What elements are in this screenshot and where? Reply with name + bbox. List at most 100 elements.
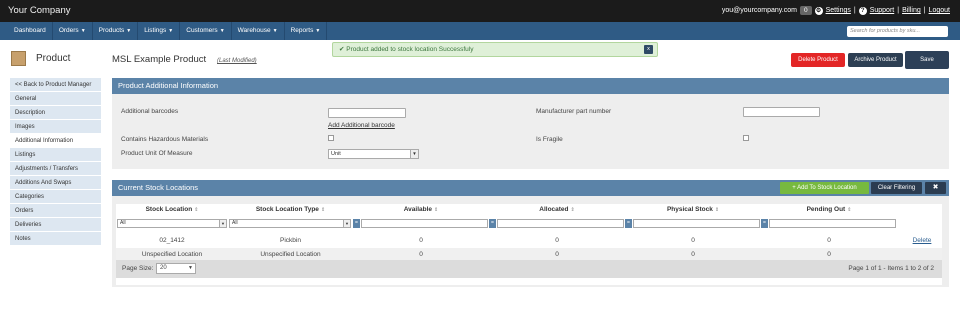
sidebar-item-additional-information[interactable]: Additional Information xyxy=(10,134,101,148)
gear-icon: ⚙ xyxy=(814,6,823,15)
allocated-filter-input[interactable] xyxy=(497,219,624,228)
type-filter-select[interactable]: All ▼ xyxy=(229,219,351,228)
sort-icon: ⇕ xyxy=(847,207,852,213)
logout-link[interactable]: Logout xyxy=(929,7,950,14)
check-icon: ✔ xyxy=(339,46,345,53)
product-sidebar: << Back to Product Manager General Descr… xyxy=(10,78,101,246)
panel-title: Product Additional Information xyxy=(112,78,949,94)
brand-name: Your Company xyxy=(8,5,71,16)
tools-icon[interactable]: ✖ xyxy=(925,182,946,194)
caret-down-icon: ▼ xyxy=(219,28,225,34)
table-row[interactable]: 02_1412 Pickbin 0 0 0 0 Delete xyxy=(116,234,942,248)
col-physical-stock[interactable]: Physical Stock ⇕ xyxy=(625,206,761,213)
nav-orders[interactable]: Orders ▼ xyxy=(53,22,93,40)
cell-allocated: 0 xyxy=(555,237,559,244)
save-button[interactable]: Save xyxy=(905,51,949,69)
col-stock-location[interactable]: Stock Location ⇕ xyxy=(116,206,228,213)
pending-filter-input[interactable] xyxy=(769,219,896,228)
col-stock-location-type[interactable]: Stock Location Type ⇕ xyxy=(228,206,353,213)
toast-message: Product added to stock location Successf… xyxy=(346,46,474,53)
chevron-down-icon: ▼ xyxy=(343,220,350,227)
notification-badge[interactable]: 0 xyxy=(799,6,812,15)
add-barcode-link[interactable]: Add Additional barcode xyxy=(328,122,395,129)
sort-icon: ⇕ xyxy=(570,207,575,213)
cell-type: Pickbin xyxy=(280,237,301,244)
sidebar-item-additions-swaps[interactable]: Additions And Swaps xyxy=(10,176,101,190)
delete-product-button[interactable]: Delete Product xyxy=(791,53,845,67)
delete-row-link[interactable]: Delete xyxy=(904,237,940,244)
nav-products[interactable]: Products ▼ xyxy=(93,22,139,40)
col-allocated[interactable]: Allocated ⇕ xyxy=(489,206,625,213)
location-filter-select[interactable]: All ▼ xyxy=(117,219,227,228)
billing-link[interactable]: Billing xyxy=(902,7,921,14)
nav-customers[interactable]: Customers ▼ xyxy=(180,22,232,40)
sidebar-item-notes[interactable]: Notes xyxy=(10,232,101,246)
cell-type: Unspecified Location xyxy=(260,251,321,258)
mpn-input[interactable] xyxy=(743,107,820,117)
cell-location: Unspecified Location xyxy=(141,251,203,258)
chevron-down-icon: ▼ xyxy=(188,265,193,271)
available-filter-input[interactable] xyxy=(361,219,488,228)
page-size-label: Page Size: xyxy=(122,265,154,272)
nav-dashboard[interactable]: Dashboard xyxy=(8,22,53,40)
settings-link[interactable]: Settings xyxy=(826,7,851,14)
col-available[interactable]: Available ⇕ xyxy=(353,206,489,213)
grid-pager: Page Size: 20 ▼ Page 1 of 1 - Items 1 to… xyxy=(116,260,942,278)
page-title: MSL Example Product xyxy=(112,54,207,65)
fragile-checkbox[interactable] xyxy=(743,135,749,141)
fragile-label: Is Fragile xyxy=(536,136,563,143)
physical-filter-input[interactable] xyxy=(633,219,760,228)
stock-locations-header: Current Stock Locations + Add To Stock L… xyxy=(112,180,949,196)
sidebar-item-images[interactable]: Images xyxy=(10,120,101,134)
stock-locations-grid: Stock Location ⇕ Stock Location Type ⇕ Ava… xyxy=(116,204,942,285)
add-to-stock-location-button[interactable]: + Add To Stock Location xyxy=(780,182,869,194)
sidebar-item-listings[interactable]: Listings xyxy=(10,148,101,162)
nav-warehouse[interactable]: Warehouse ▼ xyxy=(232,22,285,40)
nav-listings[interactable]: Listings ▼ xyxy=(138,22,181,40)
stock-locations-panel: Current Stock Locations + Add To Stock L… xyxy=(112,180,949,287)
sidebar-item-deliveries[interactable]: Deliveries xyxy=(10,218,101,232)
success-toast: ✔ Product added to stock location Succes… xyxy=(332,42,658,57)
sidebar-item-orders[interactable]: Orders xyxy=(10,204,101,218)
close-icon[interactable]: x xyxy=(644,45,653,54)
sidebar-item-description[interactable]: Description xyxy=(10,106,101,120)
filter-row: All ▼ All ▼ = = = = xyxy=(116,219,942,229)
help-icon: ? xyxy=(858,6,867,15)
last-modified-link[interactable]: (Last Modified) xyxy=(217,58,257,64)
page-size-select[interactable]: 20 ▼ xyxy=(156,263,196,274)
hazardous-checkbox[interactable] xyxy=(328,135,334,141)
top-bar: Your Company you@yourcompany.com 0 ⚙ Set… xyxy=(0,0,960,22)
filter-operator-icon[interactable]: = xyxy=(761,219,768,228)
sidebar-item-general[interactable]: General xyxy=(10,92,101,106)
uom-select[interactable]: Unit ▼ xyxy=(328,149,419,159)
grid-header: Stock Location ⇕ Stock Location Type ⇕ Ava… xyxy=(116,204,942,217)
product-header: Product xyxy=(11,51,70,66)
sidebar-item-back[interactable]: << Back to Product Manager xyxy=(10,78,101,92)
filter-operator-icon[interactable]: = xyxy=(353,219,360,228)
filter-operator-icon[interactable]: = xyxy=(625,219,632,228)
nav-reports[interactable]: Reports ▼ xyxy=(285,22,328,40)
sort-icon: ⇕ xyxy=(434,207,439,213)
sort-icon: ⇕ xyxy=(194,207,199,213)
sidebar-item-adjustments[interactable]: Adjustments / Transfers xyxy=(10,162,101,176)
filter-operator-icon[interactable]: = xyxy=(489,219,496,228)
cell-physical: 0 xyxy=(691,251,695,258)
support-link[interactable]: Support xyxy=(870,7,895,14)
clear-filtering-button[interactable]: Clear Filtering xyxy=(871,182,922,194)
cell-available: 0 xyxy=(419,251,423,258)
caret-down-icon: ▼ xyxy=(315,28,321,34)
page-info: Page 1 of 1 - Items 1 to 2 of 2 xyxy=(848,265,934,272)
chevron-down-icon: ▼ xyxy=(410,150,418,158)
user-email[interactable]: you@yourcompany.com xyxy=(722,7,797,14)
additional-info-panel: Product Additional Information Additiona… xyxy=(112,78,949,169)
cell-pending: 0 xyxy=(827,237,831,244)
sort-icon: ⇕ xyxy=(320,207,326,213)
col-pending-out[interactable]: Pending Out ⇕ xyxy=(761,206,897,213)
hazardous-label: Contains Hazardous Materials xyxy=(121,136,209,143)
caret-down-icon: ▼ xyxy=(168,28,174,34)
product-search-input[interactable]: Search for products by sku... xyxy=(847,26,948,37)
archive-product-button[interactable]: Archive Product xyxy=(848,53,903,67)
chevron-down-icon: ▼ xyxy=(219,220,226,227)
sidebar-item-categories[interactable]: Categories xyxy=(10,190,101,204)
additional-barcode-input[interactable] xyxy=(328,108,406,118)
